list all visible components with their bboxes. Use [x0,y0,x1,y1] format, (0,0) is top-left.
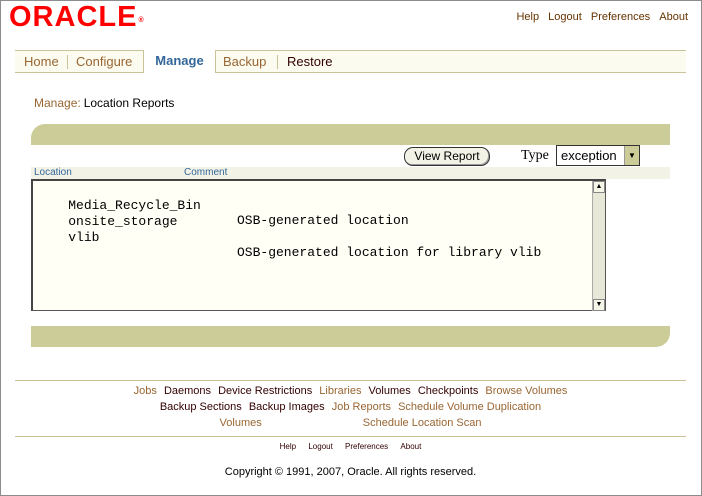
footer-link-libraries[interactable]: Libraries [319,385,361,397]
global-link-help[interactable]: Help [516,11,539,23]
footer-decorative-bar [31,326,670,347]
tab-backup[interactable]: Backup [223,51,266,72]
footer-divider [15,436,686,437]
footer-link-schedule-volume-duplication[interactable]: Schedule Volume Duplication [398,401,541,413]
copyright-text: Copyright © 1991, 2007, Oracle. All righ… [224,466,477,478]
header-decorative-bar [31,124,670,145]
tab-manage[interactable]: Manage [143,50,216,73]
scroll-down-icon[interactable]: ▼ [593,299,605,311]
footer-nav-row-1: Jobs Daemons Device Restrictions Librari… [15,383,686,399]
tab-home[interactable]: Home [24,51,59,72]
scroll-up-icon[interactable]: ▲ [593,181,605,193]
column-header-location: Location [34,167,72,178]
column-header-comment: Comment [184,167,228,178]
footer-link-job-reports[interactable]: Job Reports [332,401,391,413]
footer-global-logout[interactable]: Logout [308,442,332,451]
footer-link-jobs[interactable]: Jobs [134,385,157,397]
report-scrollbar[interactable]: ▲ ▼ [592,181,605,311]
footer-nav-row-3: Volumes Schedule Location Scan [15,415,686,431]
breadcrumb-manage-link[interactable]: Manage: [34,96,81,110]
type-select[interactable]: exception ▼ [556,145,640,166]
report-row-location: vlib [68,230,100,245]
footer-global-preferences[interactable]: Preferences [345,442,388,451]
global-links: Help Logout Preferences About [510,11,688,23]
footer-link-daemons[interactable]: Daemons [164,385,211,397]
footer-link-checkpoints[interactable]: Checkpoints [418,385,479,397]
global-link-logout[interactable]: Logout [548,11,582,23]
tab-separator [67,55,68,69]
type-label: Type [521,148,549,163]
footer-global-links: Help Logout Preferences About [15,442,686,451]
footer-global-help[interactable]: Help [280,442,296,451]
tab-restore[interactable]: Restore [287,51,333,72]
dropdown-arrow-icon[interactable]: ▼ [624,146,639,165]
trademark-mark: ® [138,17,144,24]
report-column-header: Location Comment [31,167,670,179]
report-row-comment: OSB-generated location [237,213,409,228]
global-link-preferences[interactable]: Preferences [591,11,650,23]
footer-link-volumes-2[interactable]: Volumes [220,417,262,429]
footer-divider [15,380,686,381]
oracle-logo: ORACLE® [9,1,144,33]
tab-separator [277,55,278,69]
report-text-area[interactable]: Media_Recycle_Bin OSB-generated location… [31,179,606,311]
breadcrumb: Manage: Location Reports [34,96,174,110]
footer-link-schedule-location-scan[interactable]: Schedule Location Scan [363,417,482,429]
view-report-button[interactable]: View Report [404,147,490,166]
breadcrumb-current: Location Reports [83,96,175,110]
tab-bar: Home Configure Manage Backup Restore [15,50,686,73]
global-link-about[interactable]: About [659,11,688,23]
footer-link-browse-volumes[interactable]: Browse Volumes [485,385,567,397]
footer-global-about[interactable]: About [400,442,421,451]
logo-text: ORACLE [9,1,138,33]
tab-configure[interactable]: Configure [76,51,132,72]
footer-link-backup-images[interactable]: Backup Images [249,401,325,413]
footer-link-backup-sections[interactable]: Backup Sections [160,401,242,413]
footer-nav-row-2: Backup Sections Backup Images Job Report… [15,399,686,415]
report-row-comment: OSB-generated location for library vlib [237,245,542,260]
footer-link-device-restrictions[interactable]: Device Restrictions [218,385,312,397]
report-row: vlib OSB-generated location for library … [37,215,541,275]
type-select-value: exception [561,148,617,163]
footer-link-volumes[interactable]: Volumes [369,385,411,397]
